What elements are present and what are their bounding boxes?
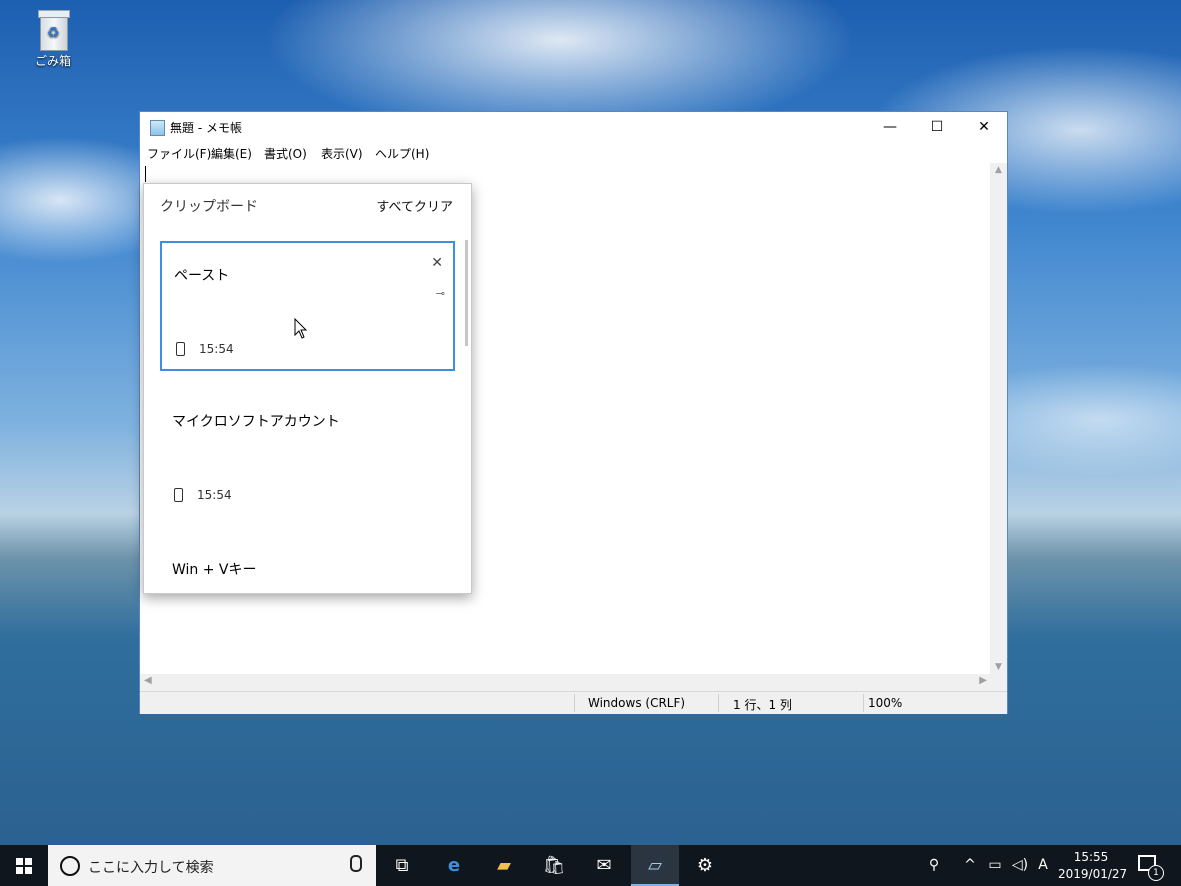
notepad-taskbar-icon[interactable]: ▱ bbox=[631, 845, 679, 886]
clear-all-button[interactable]: すべてクリア bbox=[376, 196, 453, 215]
task-view-icon[interactable]: ⧉ bbox=[378, 845, 426, 886]
taskbar: ここに入力して検索 ⧉ e ▰ 🛍 ✉ ▱ ⚙ ⚲ ^ ▭ ◁) A 15:55… bbox=[0, 845, 1181, 886]
start-button[interactable] bbox=[0, 845, 48, 886]
window-title: 無題 - メモ帳 bbox=[170, 121, 242, 135]
menu-edit[interactable]: 編集(E) bbox=[211, 145, 252, 162]
status-bar: Windows (CRLF) 1 行、1 列 100% bbox=[140, 691, 1007, 714]
store-icon[interactable]: 🛍 bbox=[530, 845, 578, 886]
clipboard-scrollbar[interactable] bbox=[465, 240, 468, 346]
text-caret bbox=[145, 166, 146, 182]
status-zoom: 100% bbox=[868, 696, 903, 710]
status-separator bbox=[574, 694, 575, 712]
close-button[interactable]: ✕ bbox=[961, 112, 1007, 142]
network-icon[interactable]: ▭ bbox=[984, 845, 1006, 886]
status-separator bbox=[863, 694, 864, 712]
clock-time: 15:55 bbox=[1073, 850, 1109, 864]
notification-count: 1 bbox=[1148, 865, 1164, 881]
phone-icon bbox=[176, 342, 185, 356]
clipboard-item[interactable]: ペースト ✕ ⊸ 15:54 bbox=[160, 241, 455, 371]
volume-icon[interactable]: ◁) bbox=[1008, 845, 1032, 886]
status-separator bbox=[718, 694, 719, 712]
clock[interactable]: 15:55 2019/01/27 bbox=[1058, 849, 1128, 883]
clipboard-item-time: 15:54 bbox=[197, 488, 232, 502]
microphone-icon[interactable] bbox=[350, 855, 362, 872]
vertical-scrollbar[interactable]: ▲ ▼ bbox=[990, 163, 1007, 674]
maximize-button[interactable]: ☐ bbox=[914, 112, 960, 142]
scroll-right-icon[interactable]: ▶ bbox=[979, 675, 987, 686]
ime-mode-indicator[interactable]: A bbox=[1033, 845, 1053, 886]
edge-icon[interactable]: e bbox=[430, 845, 478, 886]
clipboard-title: クリップボード bbox=[160, 199, 258, 215]
phone-icon bbox=[174, 488, 183, 502]
clipboard-item[interactable]: Win + Vキー bbox=[160, 537, 455, 593]
clipboard-item-text: Win + Vキー bbox=[172, 562, 257, 578]
clipboard-item-time: 15:54 bbox=[199, 342, 234, 356]
clipboard-item-text: マイクロソフトアカウント bbox=[172, 414, 340, 430]
scroll-up-icon[interactable]: ▲ bbox=[990, 165, 1007, 175]
menu-file[interactable]: ファイル(F) bbox=[147, 145, 211, 162]
search-box[interactable]: ここに入力して検索 bbox=[48, 845, 376, 886]
windows-start-icon bbox=[16, 858, 32, 874]
file-explorer-icon[interactable]: ▰ bbox=[480, 845, 528, 886]
pin-icon[interactable]: ⊸ bbox=[436, 287, 445, 300]
menu-help[interactable]: ヘルプ(H) bbox=[375, 145, 429, 162]
recycle-bin-icon: ♻ bbox=[36, 10, 70, 51]
scrollbar-corner bbox=[990, 674, 1007, 691]
settings-icon[interactable]: ⚙ bbox=[681, 845, 729, 886]
minimize-button[interactable]: — bbox=[867, 112, 913, 142]
clipboard-item-text: ペースト bbox=[174, 268, 230, 284]
menu-format[interactable]: 書式(O) bbox=[264, 145, 307, 162]
mail-icon[interactable]: ✉ bbox=[580, 845, 628, 886]
status-cursor-position: 1 行、1 列 bbox=[733, 698, 792, 712]
recycle-bin-label: ごみ箱 bbox=[34, 54, 71, 68]
people-icon[interactable]: ⚲ bbox=[920, 845, 948, 886]
notepad-icon bbox=[150, 120, 165, 136]
status-line-ending: Windows (CRLF) bbox=[588, 696, 686, 710]
chevron-up-icon[interactable]: ^ bbox=[958, 845, 982, 886]
recycle-bin[interactable]: ♻ ごみ箱 bbox=[22, 8, 84, 69]
horizontal-scrollbar[interactable]: ◀ ▶ bbox=[140, 674, 991, 691]
clipboard-history-panel: クリップボード すべてクリア ペースト ✕ ⊸ 15:54 マイクロソフトアカウ… bbox=[143, 183, 472, 594]
clipboard-item[interactable]: マイクロソフトアカウント 15:54 bbox=[160, 389, 455, 519]
close-icon[interactable]: ✕ bbox=[431, 255, 443, 271]
search-placeholder: ここに入力して検索 bbox=[88, 860, 214, 876]
clock-date: 2019/01/27 bbox=[1058, 867, 1128, 881]
mouse-cursor-icon bbox=[294, 318, 308, 339]
title-bar[interactable]: 無題 - メモ帳 — ☐ ✕ bbox=[140, 112, 1007, 142]
scroll-down-icon[interactable]: ▼ bbox=[990, 662, 1007, 672]
menu-bar: ファイル(F) 編集(E) 書式(O) 表示(V) ヘルプ(H) bbox=[140, 142, 1007, 162]
cortana-icon bbox=[60, 856, 80, 876]
menu-view[interactable]: 表示(V) bbox=[321, 145, 363, 162]
scroll-left-icon[interactable]: ◀ bbox=[144, 675, 152, 686]
